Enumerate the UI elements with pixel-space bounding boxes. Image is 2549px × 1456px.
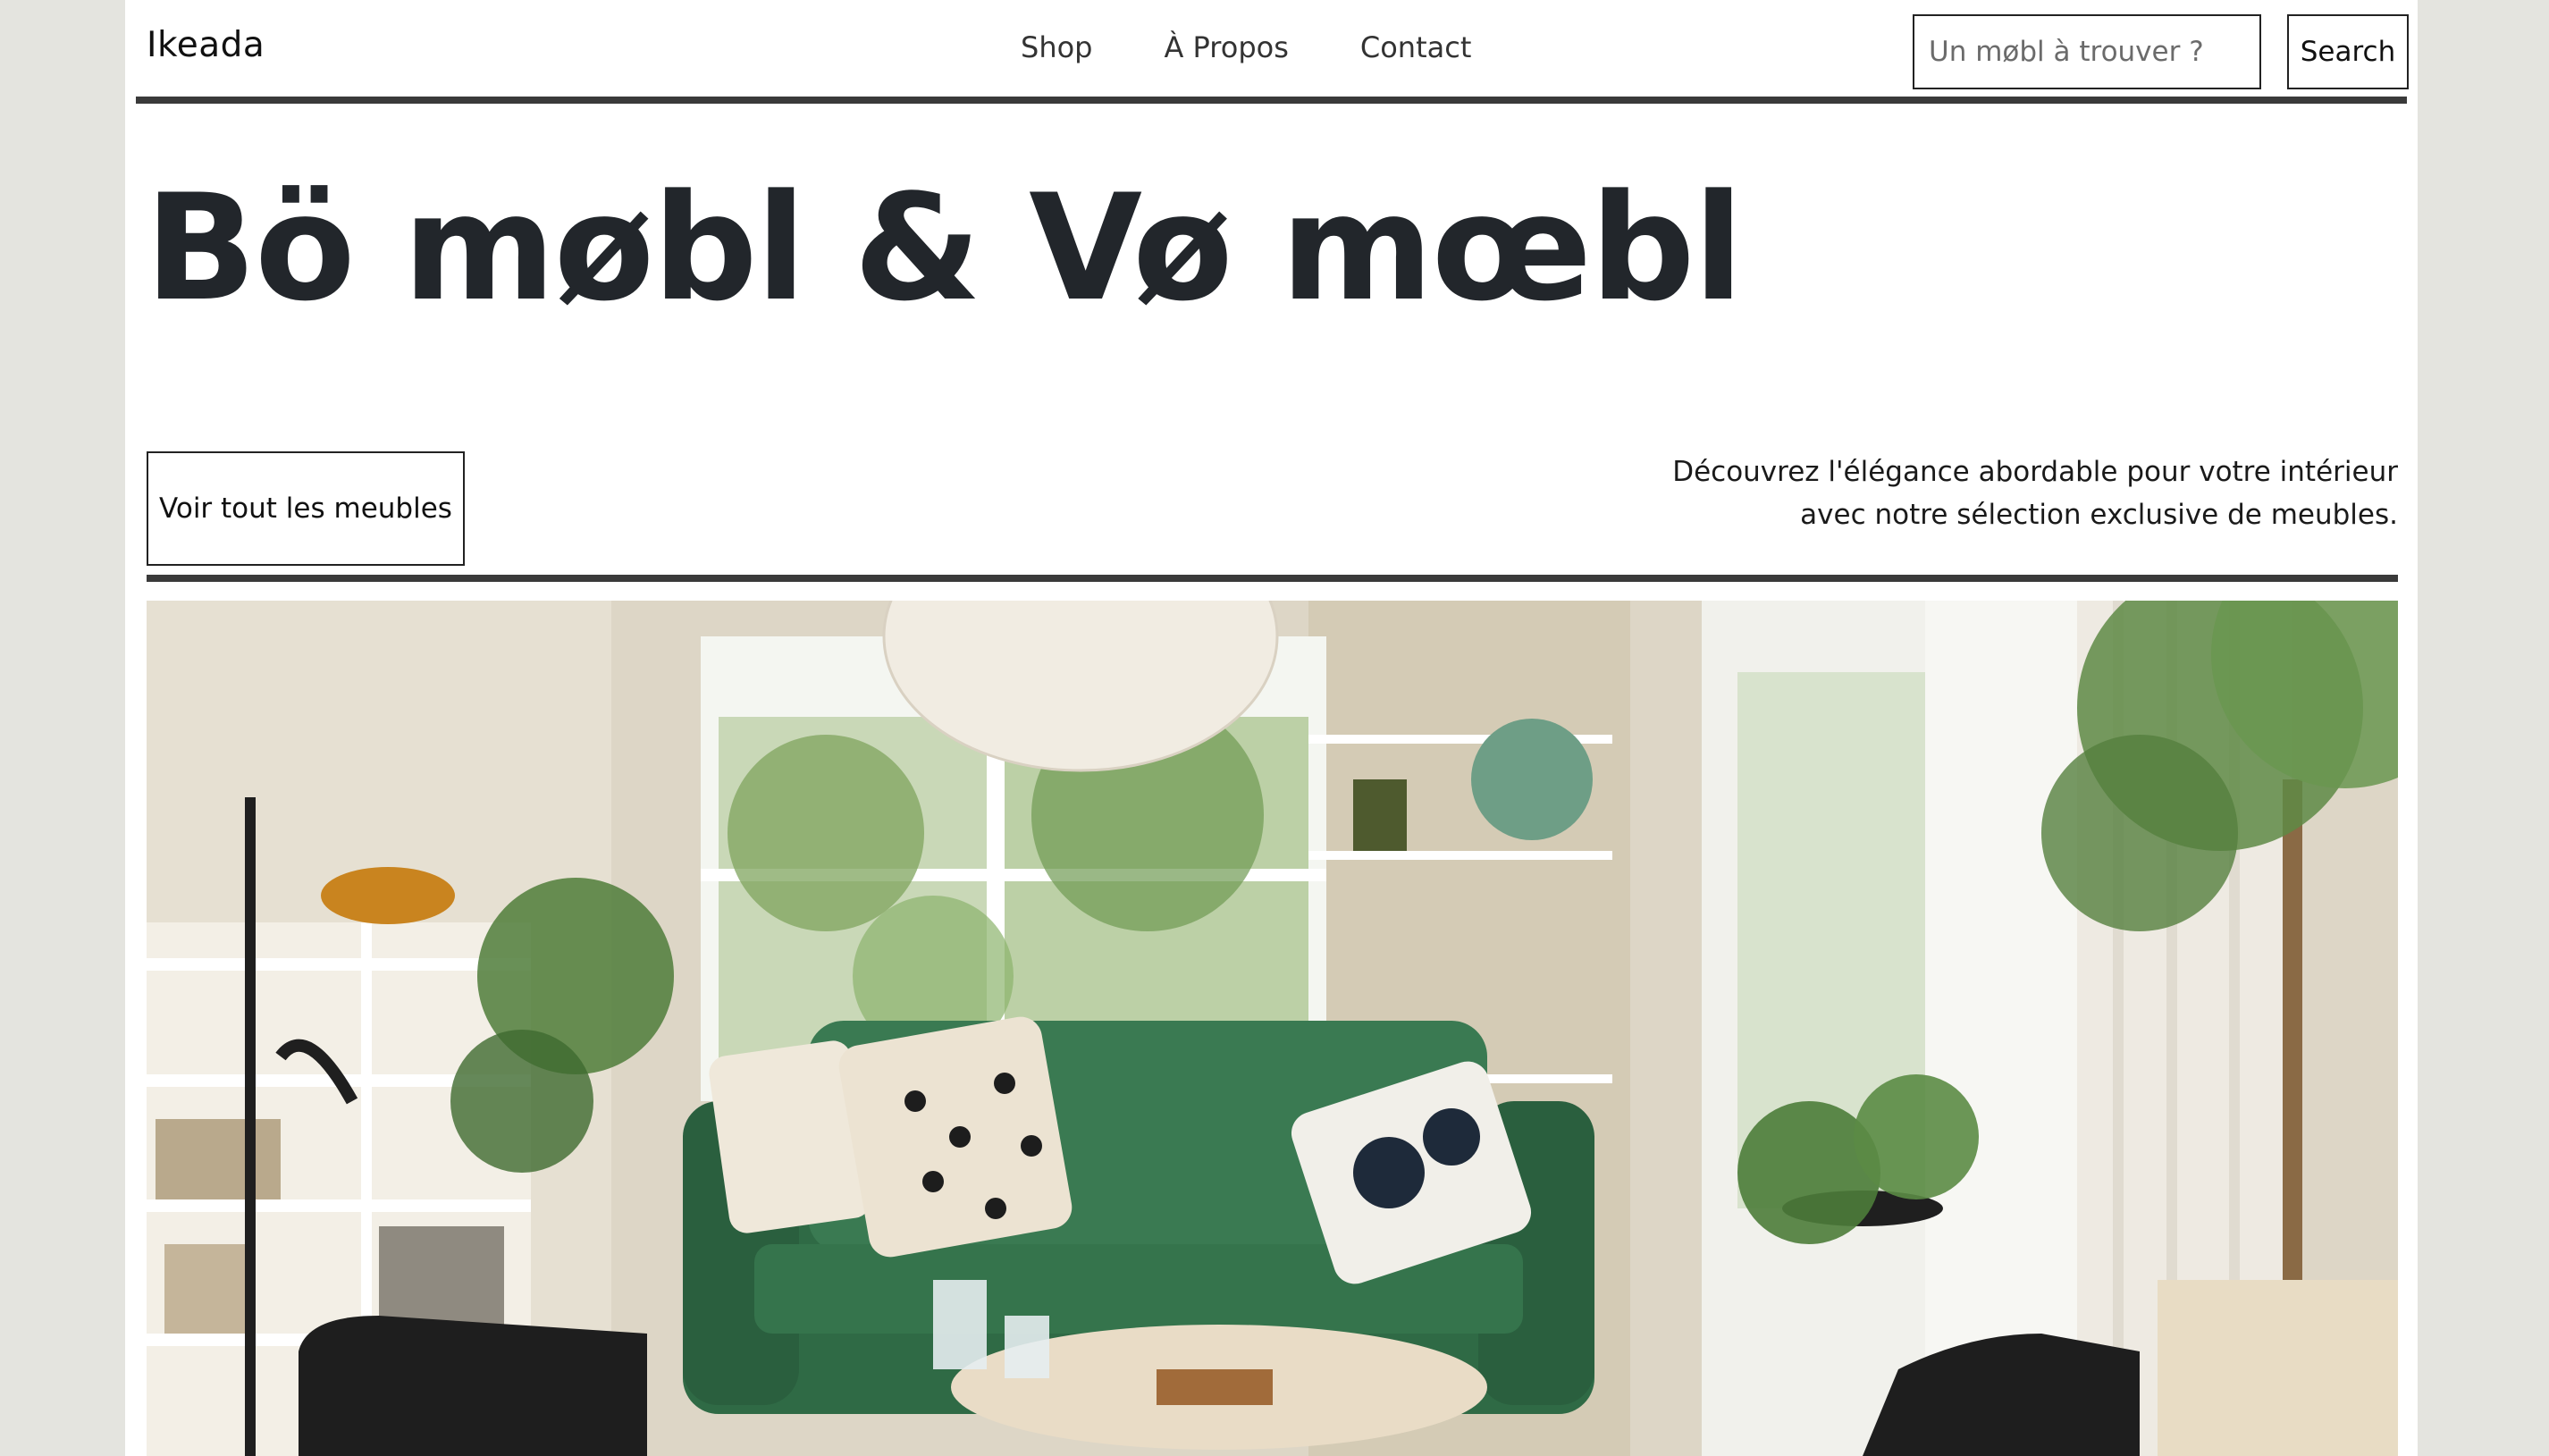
nav-link-a-propos[interactable]: À Propos [1164,30,1288,64]
search-button[interactable]: Search [2287,14,2409,89]
hero-title: Bö møbl & Vø mœbl [145,163,1744,333]
nav-link-shop[interactable]: Shop [1021,30,1092,64]
search-input[interactable] [1913,14,2261,89]
living-room-photo-icon [147,601,2398,1456]
navbar: Ikeada Shop À Propos Contact Search [136,0,2409,104]
nav-link-contact[interactable]: Contact [1360,30,1472,64]
page: Ikeada Shop À Propos Contact Search Bö m… [125,0,2418,1456]
divider [147,575,2398,582]
view-all-furniture-button[interactable]: Voir tout les meubles [147,451,465,566]
nav-links: Shop À Propos Contact [1021,30,1543,64]
brand-logo[interactable]: Ikeada [147,25,265,65]
hero-description: Découvrez l'élégance abordable pour votr… [1672,456,2398,531]
hero-image [147,601,2398,1456]
